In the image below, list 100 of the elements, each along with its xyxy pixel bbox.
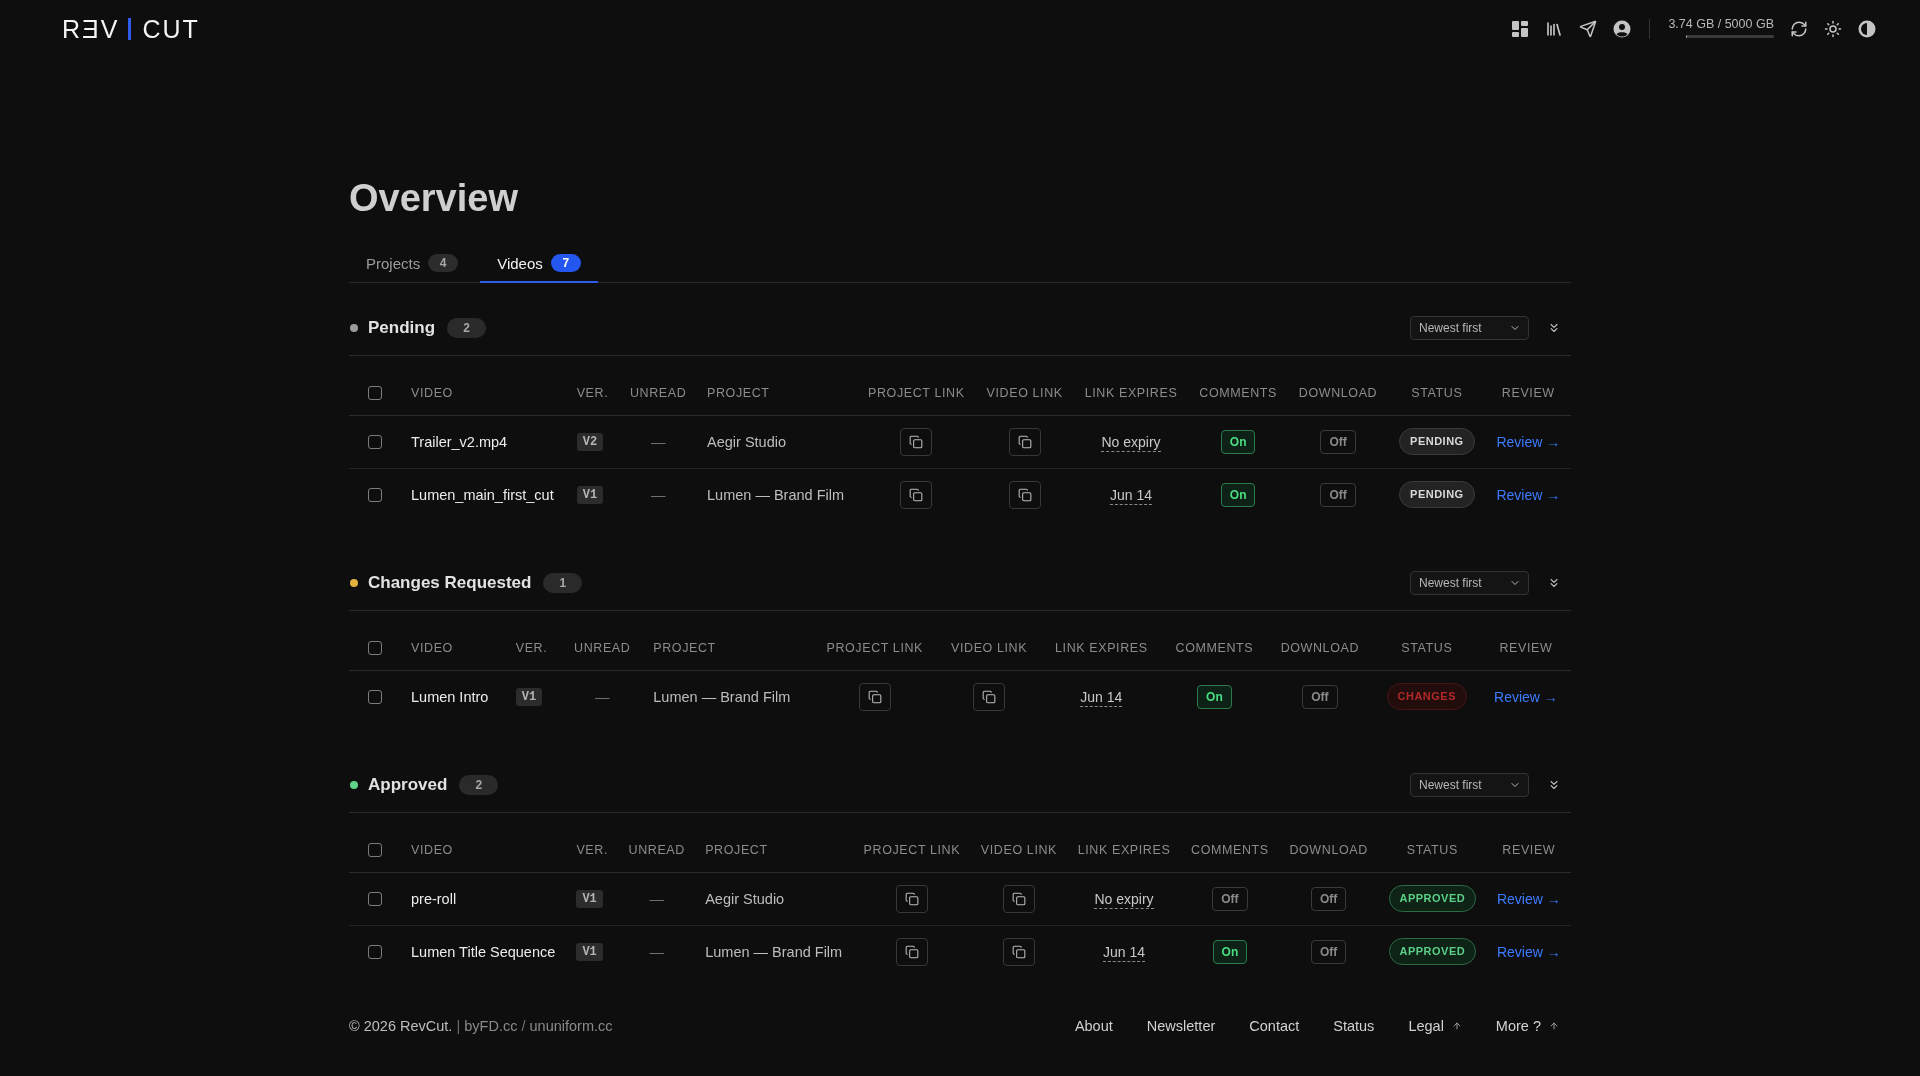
footer-link[interactable]: More ? [1495, 1018, 1559, 1034]
double-chevron-icon[interactable] [1547, 576, 1561, 590]
copy-icon [904, 944, 919, 959]
copy-link-button[interactable] [900, 480, 933, 509]
review-link[interactable]: Review → [1496, 486, 1561, 503]
logo-text: CUT [142, 14, 200, 44]
unread-value: — [649, 890, 664, 907]
row-checkbox[interactable] [368, 434, 382, 449]
footer-link[interactable]: byFD.cc [464, 1018, 518, 1034]
dashboard-icon[interactable] [1511, 20, 1530, 38]
download-toggle[interactable]: Off [1320, 482, 1356, 507]
copy-icon [867, 689, 882, 704]
copy-icon [1011, 891, 1026, 906]
send-icon[interactable] [1579, 20, 1598, 38]
footer-link[interactable]: Legal [1408, 1018, 1462, 1034]
footer-link[interactable]: Contact [1249, 1018, 1300, 1034]
review-link[interactable]: Review → [1494, 688, 1558, 705]
status-badge: PENDING [1399, 481, 1475, 509]
column-header: LINK EXPIRES [1073, 371, 1189, 415]
copy-link-button[interactable] [1002, 937, 1035, 966]
download-toggle[interactable]: Off [1310, 886, 1347, 911]
version-badge: V1 [576, 486, 604, 505]
column-header: DOWNLOAD [1266, 626, 1373, 670]
tab[interactable]: Projects 4 [349, 244, 476, 283]
review-link[interactable]: Review → [1496, 943, 1561, 960]
select-all-checkbox[interactable] [368, 385, 382, 400]
copy-link-button[interactable] [895, 884, 928, 913]
column-header: VER. [566, 828, 619, 872]
copy-link-button[interactable] [900, 427, 933, 456]
copy-link-button[interactable] [973, 682, 1006, 711]
column-header: VIDEO LINK [970, 828, 1068, 872]
column-header: COMMENTS [1161, 626, 1267, 670]
contrast-icon[interactable] [1858, 20, 1876, 38]
copy-link-button[interactable] [895, 937, 928, 966]
column-header: PROJECT [697, 371, 857, 415]
count-badge: 2 [447, 318, 487, 338]
version-badge: V2 [576, 433, 604, 451]
comments-toggle[interactable]: On [1220, 482, 1256, 507]
comments-toggle[interactable]: On [1212, 939, 1248, 964]
download-toggle[interactable]: Off [1310, 939, 1347, 964]
copy-link-button[interactable] [858, 682, 891, 711]
column-header: DOWNLOAD [1279, 828, 1379, 872]
sort-select[interactable]: Newest first [1410, 773, 1529, 797]
column-header: REVIEW [1485, 371, 1571, 415]
column-header: VIDEO [401, 626, 506, 670]
comments-toggle[interactable]: On [1220, 429, 1256, 454]
copy-icon [904, 891, 919, 906]
section-title: Pending [368, 318, 436, 338]
sun-icon[interactable] [1824, 20, 1842, 38]
row-checkbox[interactable] [368, 891, 382, 906]
copy-link-button[interactable] [1008, 480, 1041, 509]
refresh-icon[interactable] [1790, 20, 1808, 38]
copy-link-button[interactable] [1008, 427, 1041, 456]
count-badge: 7 [550, 254, 581, 272]
column-header: UNREAD [619, 371, 698, 415]
unread-value: — [649, 943, 664, 960]
status-badge: PENDING [1399, 428, 1475, 455]
column-header: VIDEO [401, 371, 567, 415]
select-all-checkbox[interactable] [368, 842, 382, 857]
expiry-date: Jun 14 [1080, 688, 1123, 707]
column-header: PROJECT [695, 828, 854, 872]
download-toggle[interactable]: Off [1302, 684, 1338, 709]
footer-link[interactable]: Status [1333, 1018, 1375, 1034]
row-checkbox[interactable] [368, 944, 382, 959]
footer-link[interactable]: About [1074, 1018, 1113, 1034]
row-checkbox[interactable] [368, 689, 382, 704]
column-header: PROJECT LINK [812, 626, 938, 670]
column-header: REVIEW [1486, 828, 1571, 872]
review-link[interactable]: Review → [1496, 433, 1561, 450]
expiry-date: Jun 14 [1110, 486, 1153, 505]
sort-select[interactable]: Newest first [1410, 571, 1529, 595]
double-chevron-icon[interactable] [1547, 321, 1561, 335]
footer-link[interactable]: ununiform.cc [529, 1018, 613, 1034]
video-name: Trailer_v2.mp4 [411, 433, 508, 450]
copy-icon [909, 434, 924, 449]
status-badge: APPROVED [1388, 938, 1477, 966]
row-checkbox[interactable] [368, 487, 382, 502]
expiry-date: No expiry [1094, 890, 1154, 909]
unread-value: — [650, 433, 666, 450]
copy-icon [1017, 434, 1032, 449]
comments-toggle[interactable]: Off [1212, 886, 1248, 911]
column-header: UNREAD [561, 626, 644, 670]
logo-text: RƎV [62, 14, 120, 44]
library-icon[interactable] [1545, 20, 1564, 38]
select-all-checkbox[interactable] [368, 640, 382, 655]
project-name: Lumen — Brand Film [705, 943, 843, 960]
comments-toggle[interactable]: On [1197, 684, 1232, 709]
footer-link[interactable]: Newsletter [1146, 1018, 1216, 1034]
video-name: Lumen Title Sequence [411, 943, 556, 960]
column-header: COMMENTS [1188, 371, 1288, 415]
copy-link-button[interactable] [1002, 884, 1035, 913]
download-toggle[interactable]: Off [1320, 429, 1356, 454]
version-badge: V1 [576, 943, 603, 962]
column-header: PROJECT [643, 626, 813, 670]
copy-icon [1011, 944, 1026, 959]
sort-select[interactable]: Newest first [1410, 316, 1529, 340]
review-link[interactable]: Review → [1496, 890, 1561, 907]
tab[interactable]: Videos 7 [480, 244, 598, 283]
double-chevron-icon[interactable] [1547, 778, 1561, 792]
user-icon[interactable] [1613, 20, 1632, 38]
